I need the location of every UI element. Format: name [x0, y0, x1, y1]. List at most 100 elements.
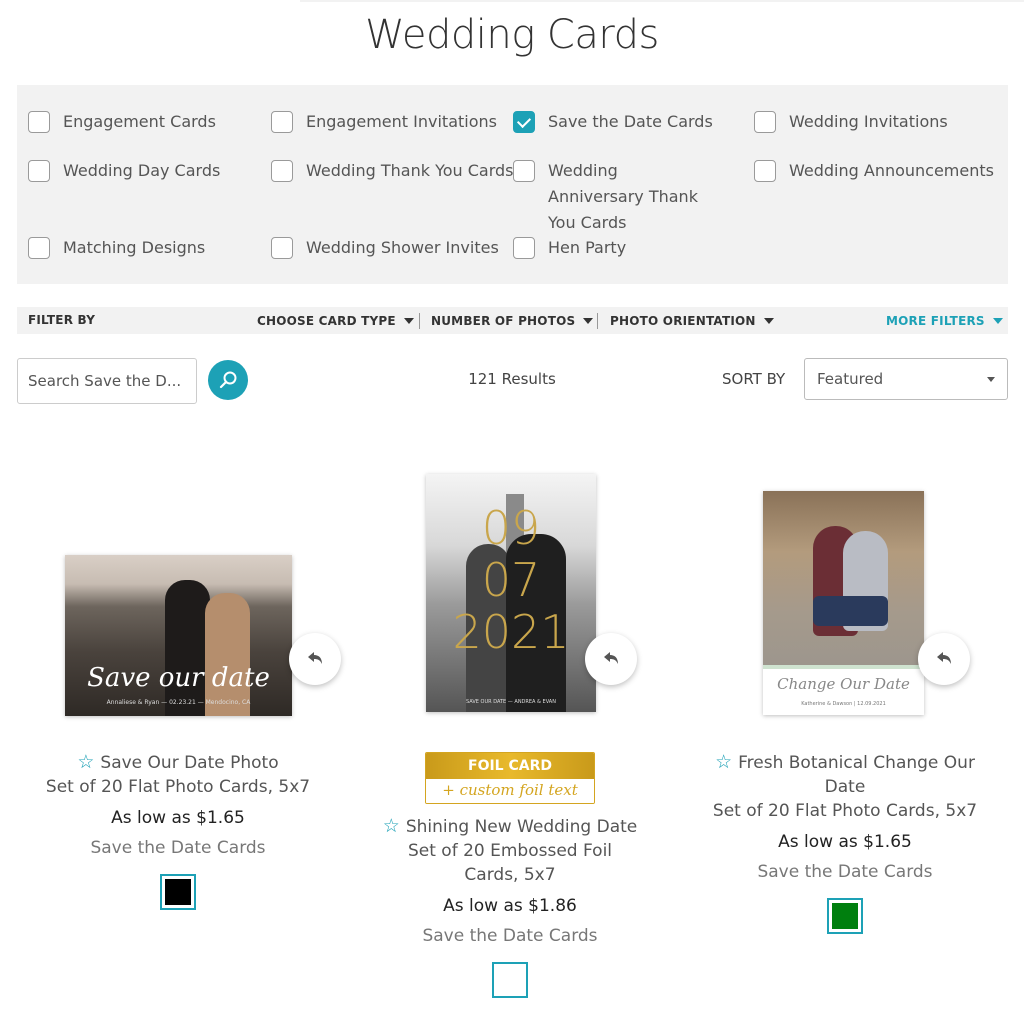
category-wedding-thank-you-cards[interactable]: Wedding Thank You Cards [271, 158, 514, 184]
photo-figure [165, 580, 210, 716]
more-filters-button[interactable]: MORE FILTERS [886, 314, 1003, 328]
swatch-fill [832, 903, 858, 929]
page-title: Wedding Cards [365, 12, 659, 58]
card-footer-band: Change Our Date Katherine & Dawson | 12.… [763, 665, 924, 715]
photo-figure [205, 593, 250, 716]
star-outline-icon[interactable]: ☆ [383, 815, 400, 837]
color-swatch[interactable] [827, 898, 863, 934]
category-wedding-invitations[interactable]: Wedding Invitations [754, 109, 948, 135]
filter-label: CHOOSE CARD TYPE [257, 314, 396, 328]
caret-down-icon [992, 318, 1003, 324]
filter-number-of-photos-dropdown[interactable]: NUMBER OF PHOTOS [431, 314, 594, 328]
category-save-the-date-cards[interactable]: Save the Date Cards [513, 109, 713, 135]
card-date-text: 09 07 2021 [426, 502, 596, 658]
card-headline: Save our date [87, 663, 270, 693]
category-wedding-day-cards[interactable]: Wedding Day Cards [28, 158, 220, 184]
product-title[interactable]: Shining New Wedding Date [406, 817, 637, 837]
product-subtitle: Set of 20 Flat Photo Cards, 5x7 [712, 801, 978, 821]
checkbox[interactable] [28, 160, 50, 182]
category-engagement-invitations[interactable]: Engagement Invitations [271, 109, 497, 135]
search-icon [219, 371, 237, 389]
card-date-line: 07 [481, 553, 541, 607]
filter-by-label: FILTER BY [28, 313, 96, 327]
color-swatch[interactable] [492, 962, 528, 998]
product-title-row: ☆ Save Our Date Photo [28, 750, 328, 775]
checkbox-checked[interactable] [513, 111, 535, 133]
product-category: Save the Date Cards [90, 838, 266, 858]
sort-by-label: SORT BY [722, 370, 786, 388]
product-thumbnail[interactable]: Save our date Annaliese & Ryan — 02.23.2… [65, 555, 292, 716]
checkbox[interactable] [754, 111, 776, 133]
caret-down-icon [987, 376, 995, 382]
flip-card-button[interactable] [918, 633, 970, 685]
undo-arrow-icon [308, 652, 322, 664]
caret-down-icon [403, 318, 414, 324]
search-input[interactable] [17, 358, 197, 404]
category-wedding-shower-invites[interactable]: Wedding Shower Invites [271, 235, 499, 261]
checkbox[interactable] [28, 237, 50, 259]
product-card: ☆ Save Our Date Photo Set of 20 Flat Phot… [28, 750, 328, 914]
flip-card-button[interactable] [289, 633, 341, 685]
category-panel: Engagement Cards Engagement Invitations … [17, 85, 1008, 284]
swatch-fill [497, 967, 523, 993]
divider [419, 313, 420, 329]
card-date-line: 2021 [452, 605, 570, 659]
product-title[interactable]: Save Our Date Photo [100, 753, 278, 773]
category-matching-designs[interactable]: Matching Designs [28, 235, 205, 261]
product-price: As low as $1.86 [443, 896, 577, 916]
search-button[interactable] [208, 360, 248, 400]
photo-figure-legs [813, 596, 888, 626]
product-subtitle: Set of 20 Embossed Foil Cards, 5x7 [407, 841, 613, 885]
product-card: FOIL CARD + custom foil text ☆ Shining Ne… [360, 752, 660, 1002]
category-label: Wedding Announcements [789, 161, 994, 180]
product-subtitle: Set of 20 Flat Photo Cards, 5x7 [45, 777, 311, 797]
category-label: Wedding Thank You Cards [306, 161, 514, 180]
filter-card-type-dropdown[interactable]: CHOOSE CARD TYPE [257, 314, 414, 328]
product-thumbnail[interactable]: 09 07 2021 SAVE OUR DATE — ANDREA & EVAN [426, 474, 596, 712]
checkbox[interactable] [271, 160, 293, 182]
category-hen-party[interactable]: Hen Party [513, 235, 626, 261]
photo [763, 491, 924, 665]
category-label: Save the Date Cards [548, 112, 713, 131]
foil-badge-top: FOIL CARD [426, 753, 594, 779]
category-label: Engagement Invitations [306, 112, 497, 131]
product-thumbnail[interactable]: Change Our Date Katherine & Dawson | 12.… [763, 491, 924, 715]
checkbox[interactable] [28, 111, 50, 133]
product-category: Save the Date Cards [422, 926, 598, 946]
card-headline: Change Our Date [777, 675, 910, 693]
sort-select[interactable]: Featured [804, 358, 1008, 400]
undo-arrow-icon [604, 652, 618, 664]
filter-photo-orientation-dropdown[interactable]: PHOTO ORIENTATION [610, 314, 774, 328]
category-wedding-anniversary-thank-you-cards[interactable]: Wedding Anniversary Thank You Cards [513, 158, 713, 236]
star-outline-icon[interactable]: ☆ [77, 751, 94, 773]
checkbox[interactable] [271, 237, 293, 259]
flip-card-button[interactable] [585, 633, 637, 685]
checkbox[interactable] [271, 111, 293, 133]
card-date-line: 09 [481, 501, 541, 555]
undo-arrow-icon [937, 652, 951, 664]
sort-selected-value: Featured [817, 370, 884, 388]
star-outline-icon[interactable]: ☆ [715, 751, 732, 773]
checkbox[interactable] [513, 237, 535, 259]
filter-bar: FILTER BY CHOOSE CARD TYPE NUMBER OF PHO… [17, 307, 1008, 334]
filter-label: NUMBER OF PHOTOS [431, 314, 576, 328]
results-count: 121 Results [468, 370, 556, 388]
product-title[interactable]: Fresh Botanical Change Our Date [738, 753, 975, 797]
product-price: As low as $1.65 [778, 832, 912, 852]
category-label: Wedding Shower Invites [306, 238, 499, 257]
checkbox[interactable] [513, 160, 535, 182]
swatch-fill [165, 879, 191, 905]
category-label: Wedding Anniversary Thank You Cards [548, 161, 698, 232]
category-engagement-cards[interactable]: Engagement Cards [28, 109, 216, 135]
card-footer-text: SAVE OUR DATE — ANDREA & EVAN [466, 699, 556, 705]
category-wedding-announcements[interactable]: Wedding Announcements [754, 158, 994, 184]
product-title-row: ☆ Fresh Botanical Change Our Date [700, 750, 990, 799]
divider [597, 313, 598, 329]
caret-down-icon [763, 318, 774, 324]
product-price: As low as $1.65 [111, 808, 245, 828]
checkbox[interactable] [754, 160, 776, 182]
color-swatch[interactable] [160, 874, 196, 910]
card-footer-text: Annaliese & Ryan — 02.23.21 — Mendocino,… [106, 699, 251, 706]
category-label: Engagement Cards [63, 112, 216, 131]
foil-card-badge: FOIL CARD + custom foil text [425, 752, 595, 804]
